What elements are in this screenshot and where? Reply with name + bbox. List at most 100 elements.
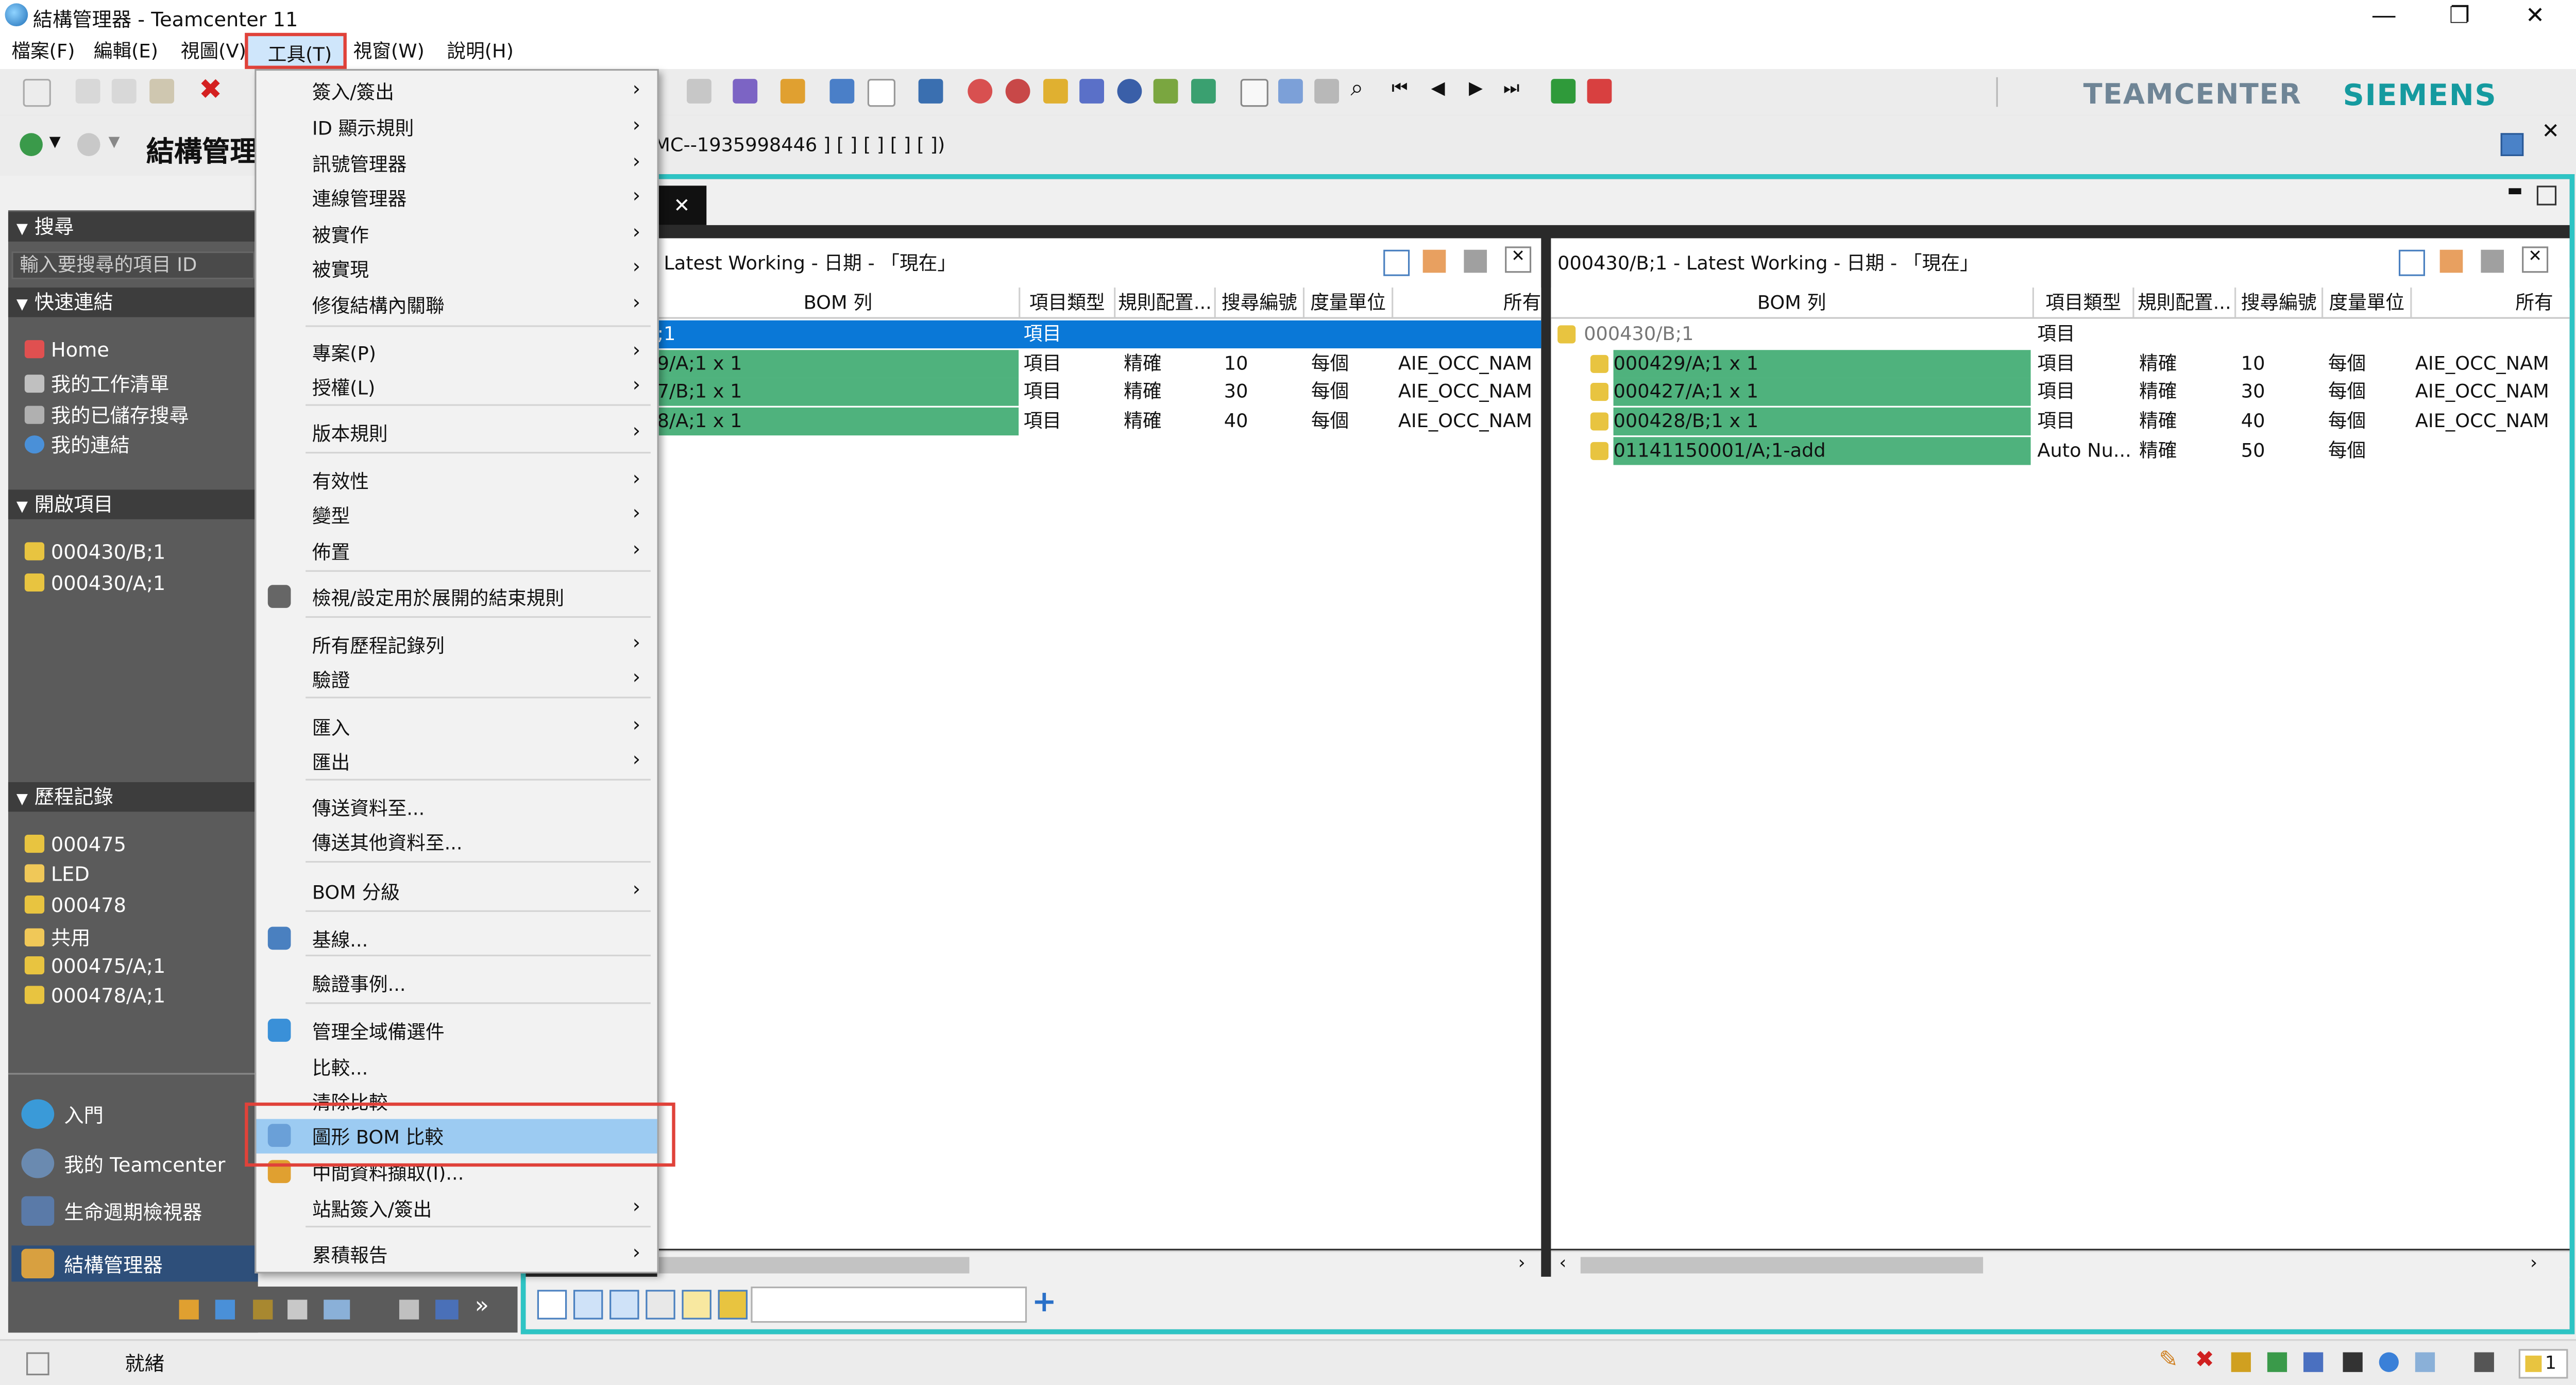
pane-window-icon[interactable] xyxy=(2398,249,2425,276)
scroll-thumb[interactable] xyxy=(657,1257,970,1274)
find-tool-icon[interactable] xyxy=(537,1290,567,1320)
error-icon[interactable]: ✖ xyxy=(2195,1347,2214,1374)
toolbar-compare2-icon[interactable] xyxy=(1005,79,1030,104)
maximize-pane-icon[interactable] xyxy=(2536,185,2557,206)
tools-menu-item[interactable]: 專案(P) › xyxy=(256,335,657,370)
history-item[interactable]: LED xyxy=(24,863,90,886)
globe-icon[interactable] xyxy=(2379,1352,2399,1372)
tools-menu-item[interactable]: 修復結構內關聯 › xyxy=(256,288,657,322)
pane-close-icon[interactable]: ✕ xyxy=(1505,246,1532,273)
tools-menu-item[interactable]: 被實作 › xyxy=(256,217,657,251)
table-row[interactable]: 000427/A;1 x 1 項目 精確 30 每個 AIE_OCC_NAM xyxy=(1551,378,2569,407)
nav-toolbar-icon[interactable] xyxy=(253,1299,273,1320)
previous-icon[interactable]: ◀ xyxy=(1431,77,1445,98)
tools-menu-item[interactable]: 佈置 › xyxy=(256,534,657,568)
scroll-right-icon[interactable]: › xyxy=(1518,1252,1526,1273)
toolbar-expand-icon[interactable] xyxy=(918,79,943,104)
find-tool-icon[interactable] xyxy=(646,1290,675,1320)
pane-close-icon[interactable]: ✕ xyxy=(2522,246,2549,273)
minimize-pane-icon[interactable]: ▬ xyxy=(2507,182,2522,200)
toolbar-search-icon[interactable]: ⌕ xyxy=(1350,76,1363,102)
scroll-thumb[interactable] xyxy=(1580,1257,1984,1274)
scroll-left-icon[interactable]: ‹ xyxy=(1559,1252,1566,1273)
scroll-right-icon[interactable]: › xyxy=(2530,1252,2537,1273)
open-item[interactable]: 000430/A;1 xyxy=(24,572,165,595)
toolbar-occurrence-icon[interactable] xyxy=(1153,79,1178,104)
table-row[interactable]: 000428/B;1 x 1 項目 精確 40 每個 AIE_OCC_NAM xyxy=(1551,408,2569,436)
find-tool-icon[interactable] xyxy=(573,1290,603,1320)
toolbar-variant-icon[interactable] xyxy=(1043,79,1068,104)
history-item[interactable]: 000475/A;1 xyxy=(24,955,165,977)
menu-file[interactable]: 檔案(F) xyxy=(11,38,75,64)
toolbar-properties-icon[interactable] xyxy=(829,79,855,104)
tools-menu-item[interactable]: 版本規則 › xyxy=(256,416,657,450)
column-bom-line[interactable]: BOM 列 xyxy=(1551,288,2034,317)
history-item[interactable]: 000478/A;1 xyxy=(24,984,165,1007)
status-tool-icon[interactable] xyxy=(2474,1352,2494,1372)
flag-icon[interactable] xyxy=(2343,1352,2363,1372)
history-item[interactable]: 共用 xyxy=(24,923,90,951)
toolbar-filter-icon[interactable] xyxy=(1314,79,1340,104)
table-row[interactable]: 01141150001/A;1-add Auto Nu... 精確 50 每個 xyxy=(1551,436,2569,465)
tools-menu-item[interactable]: 累積報告 › xyxy=(256,1237,657,1272)
column-item-type[interactable]: 項目類型 xyxy=(1020,288,1116,317)
open-items-header[interactable]: ▼ 開啟項目 xyxy=(8,489,258,519)
tools-menu-item[interactable]: 驗證 › xyxy=(256,662,657,697)
quick-link-home[interactable]: Home xyxy=(24,339,109,362)
toolbar-copy-icon[interactable] xyxy=(111,79,137,104)
open-item[interactable]: 000430/B;1 xyxy=(24,541,166,564)
minimize-button[interactable]: ― xyxy=(2346,0,2422,33)
menu-tools[interactable]: 工具(T) xyxy=(268,41,332,67)
toolbar-exit-icon[interactable] xyxy=(1587,79,1612,104)
tools-menu-item[interactable]: 匯入 › xyxy=(256,710,657,745)
toolbar-compare-icon[interactable] xyxy=(968,79,993,104)
column-uom[interactable]: 度量單位 xyxy=(1304,288,1394,317)
tools-menu-item[interactable]: 所有歷程記錄列 › xyxy=(256,628,657,662)
find-tool-icon[interactable] xyxy=(682,1290,711,1320)
clipboard-counter[interactable]: 1 xyxy=(2518,1349,2568,1379)
nav-toolbar-icon[interactable] xyxy=(435,1299,459,1320)
column-find-no[interactable]: 搜尋編號 xyxy=(2236,288,2324,317)
nav-my-teamcenter[interactable]: 我的 Teamcenter xyxy=(21,1148,225,1178)
find-tool-icon[interactable] xyxy=(609,1290,639,1320)
menu-view[interactable]: 視圖(V) xyxy=(181,38,246,64)
table-row[interactable]: 9/A;1 x 1 項目 精確 10 每個 AIE_OCC_NAM xyxy=(657,349,1541,378)
nav-toolbar-icon[interactable] xyxy=(399,1299,419,1320)
history-item[interactable]: 000475 xyxy=(24,833,126,856)
tools-menu-item[interactable]: 有效性 › xyxy=(256,463,657,498)
pane-table-icon[interactable] xyxy=(2439,249,2463,273)
pane-window-icon[interactable] xyxy=(1383,249,1410,276)
nav-getting-started[interactable]: 入門 xyxy=(21,1099,104,1129)
status-tool-icon[interactable] xyxy=(2267,1352,2287,1372)
back-icon[interactable] xyxy=(20,133,43,156)
status-tool-icon[interactable] xyxy=(2303,1352,2324,1372)
left-horizontal-scrollbar[interactable]: › xyxy=(657,1250,1541,1279)
find-input[interactable] xyxy=(751,1286,1027,1323)
table-row[interactable]: 000430/B;1 項目 xyxy=(1551,320,2569,348)
toolbar-window-icon[interactable] xyxy=(1240,79,1268,107)
toolbar-cut-icon[interactable] xyxy=(75,79,100,104)
toolbar-delete-icon[interactable]: ✖ xyxy=(199,74,222,107)
history-header[interactable]: ▼ 歷程記錄 xyxy=(8,782,258,812)
toolbar-page-icon[interactable] xyxy=(867,79,896,107)
pane-maximize-icon[interactable] xyxy=(2481,249,2504,273)
menu-help[interactable]: 說明(H) xyxy=(447,38,514,64)
add-icon[interactable]: + xyxy=(1032,1285,1057,1320)
close-view-icon[interactable]: ✕ xyxy=(2541,120,2560,145)
edit-icon[interactable]: ✎ xyxy=(2159,1347,2178,1374)
tools-menu-item[interactable]: 驗證事例... xyxy=(256,966,657,1001)
menu-window[interactable]: 視窗(W) xyxy=(353,38,425,64)
column-bom-line[interactable]: BOM 列 xyxy=(657,288,1021,317)
column-find-no[interactable]: 搜尋編號 xyxy=(1216,288,1305,317)
last-icon[interactable]: ⏭ xyxy=(1503,77,1520,100)
pane-table-icon[interactable] xyxy=(1422,249,1446,273)
nav-toolbar-icon[interactable] xyxy=(179,1299,199,1320)
nav-structure-manager[interactable]: 結構管理器 xyxy=(11,1245,258,1282)
find-tool-icon[interactable] xyxy=(718,1290,748,1320)
column-owner[interactable]: 所有 xyxy=(2412,288,2553,317)
nav-toolbar-icon[interactable] xyxy=(287,1299,308,1320)
history-item[interactable]: 000478 xyxy=(24,894,126,917)
nav-toolbar-icon[interactable] xyxy=(324,1299,350,1320)
toolbar-select-icon[interactable] xyxy=(1278,79,1303,104)
tools-menu-item[interactable]: 訊號管理器 › xyxy=(256,146,657,181)
